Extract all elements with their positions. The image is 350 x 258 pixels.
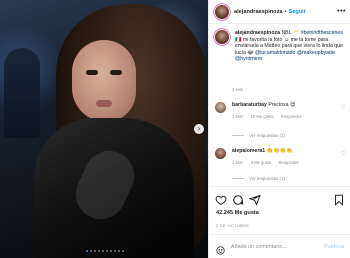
carousel-dot [98, 250, 100, 252]
avatar[interactable] [215, 30, 229, 44]
likes-count[interactable]: 42.245 Me gusta [216, 210, 259, 216]
comment-username[interactable]: barbaraturbay [232, 102, 267, 108]
photo-background-person [4, 48, 40, 138]
header-separator: • [284, 8, 287, 15]
carousel-dot [110, 250, 112, 252]
carousel-dot [102, 250, 104, 252]
view-replies-label: Ver respuestas (1) [249, 133, 285, 138]
view-replies-button[interactable]: Ver respuestas (1) [232, 176, 285, 181]
comment-time: 1 sem [232, 113, 244, 119]
comment-input[interactable] [231, 243, 321, 250]
share-icon[interactable] [248, 193, 261, 206]
comment-body: alepalomera1 👏👏👏👏 1 sem 4 Me gusta Respo… [232, 148, 305, 166]
comment-username[interactable]: alepalomera1 [232, 148, 265, 154]
comment-text: 👏👏👏👏 [266, 148, 293, 154]
post-side-panel: alejandraespinoza • Seguir ••• alejandra… [208, 0, 350, 258]
avatar[interactable] [215, 148, 226, 159]
photo-eye-right [110, 70, 122, 75]
caption-username[interactable]: alejandraespinoza [235, 30, 280, 36]
carousel-dot [106, 250, 108, 252]
carousel-dot [94, 250, 96, 252]
heart-icon[interactable] [215, 193, 227, 206]
heart-eyes-icon: 😍 [289, 102, 296, 108]
flag-icon: 🇮🇹 [235, 36, 242, 43]
carousel-dots [86, 250, 124, 252]
badge-icon: 🥂 [292, 30, 300, 36]
caption-text-1: NBL [281, 30, 292, 36]
carousel-dot [118, 250, 120, 252]
bookmark-icon[interactable] [333, 193, 345, 206]
post-header: alejandraespinoza • Seguir ••• [209, 0, 350, 24]
comment-meta: 1 sem 10 Me gusta Responder [232, 114, 307, 121]
view-replies-button[interactable]: Ver respuestas (1) [232, 133, 285, 138]
comment-likes[interactable]: 4 Me gusta [251, 160, 272, 165]
comment-text: Preciosa [268, 102, 289, 108]
smile-icon: 😂 [247, 49, 254, 56]
carousel-next-button[interactable]: › [194, 124, 204, 134]
caption-mention[interactable]: @lucamaldonado [255, 50, 295, 56]
comment-item: barbaraturbay Preciosa 😍 1 sem 10 Me gus… [215, 102, 345, 120]
reply-button[interactable]: Responder [278, 160, 299, 165]
caption-text: alejandraespinoza NBL 🥂 #behindthescenes… [235, 30, 345, 63]
post-photo[interactable]: › [0, 0, 208, 258]
comment-body: barbaraturbay Preciosa 😍 1 sem 10 Me gus… [232, 102, 307, 120]
emoji-icon[interactable] [216, 242, 225, 255]
carousel-dot [86, 250, 88, 252]
caption-mention[interactable]: @makeupbyade [297, 50, 335, 56]
caption-hashtag[interactable]: #behindthescenes [301, 30, 343, 36]
publish-button[interactable]: Publicar [324, 244, 345, 250]
replies-line [232, 135, 244, 137]
avatar[interactable] [215, 4, 229, 19]
like-comment-icon[interactable]: ♡ [341, 150, 346, 157]
carousel-dot [90, 250, 92, 252]
post-actions-bar [209, 186, 350, 206]
caption-timestamp: 1 sem [232, 87, 244, 92]
post-date: 2 DE OCTUBRE [216, 223, 250, 228]
header-username[interactable]: alejandraespinoza [234, 9, 283, 15]
comment-item: alepalomera1 👏👏👏👏 1 sem 4 Me gusta Respo… [215, 148, 345, 166]
photo-lips [96, 100, 112, 107]
add-comment-bar: Publicar [209, 234, 350, 258]
like-comment-icon[interactable]: ♡ [341, 104, 346, 111]
more-options-icon[interactable]: ••• [337, 8, 346, 15]
replies-line [232, 178, 244, 180]
follow-button[interactable]: Seguir [288, 9, 305, 15]
photo-eye-left [86, 70, 98, 75]
reply-button[interactable]: Responder [281, 114, 302, 119]
comment-meta: 1 sem 4 Me gusta Responder [232, 160, 305, 167]
comment-time: 1 sem [232, 159, 244, 165]
post-caption: alejandraespinoza NBL 🥂 #behindthescenes… [215, 30, 345, 63]
avatar[interactable] [215, 102, 226, 113]
caption-mention[interactable]: @hyromero [235, 56, 262, 62]
carousel-dot [114, 250, 116, 252]
comment-icon[interactable] [232, 193, 244, 205]
carousel-dot [122, 250, 124, 252]
view-replies-label: Ver respuestas (1) [249, 176, 285, 181]
photo-face [72, 40, 136, 122]
comment-likes[interactable]: 10 Me gusta [251, 114, 274, 119]
caption-text-2: mi favorita la foto [242, 36, 283, 43]
